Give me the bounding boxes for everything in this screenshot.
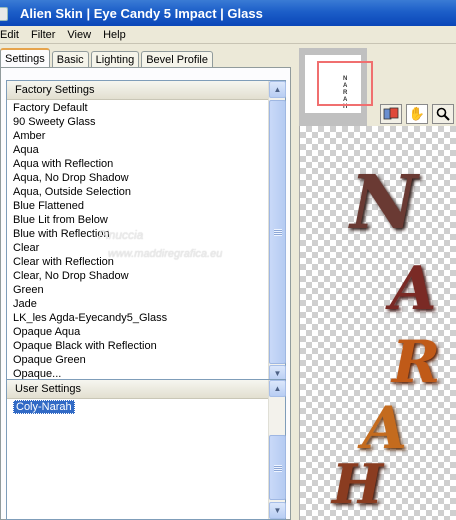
settings-tab-pane: Factory Settings Factory Default 90 Swee… [0,67,291,520]
window-titlebar: Alien Skin | Eye Candy 5 Impact | Glass [0,0,456,26]
list-item[interactable]: Blue Lit from Below [9,213,267,227]
list-item-label: Coly-Narah [13,400,75,414]
preview-letter-a: A [390,254,437,324]
factory-settings-list[interactable]: Factory Settings Factory Default 90 Swee… [6,80,286,383]
list-item[interactable]: Jade [9,297,267,311]
navigator-view-rect[interactable] [317,61,373,106]
preview-letter-n: N [350,160,418,246]
menu-filter[interactable]: Filter [31,29,61,41]
list-item[interactable]: 90 Sweety Glass [9,115,267,129]
user-settings-items: Coly-Narah [9,400,267,519]
navigator[interactable]: N A R A H [299,48,373,126]
tab-bevel-profile[interactable]: Bevel Profile [141,51,213,68]
tab-settings[interactable]: Settings [0,48,50,68]
hand-tool-icon[interactable]: ✋ [406,104,428,124]
list-item[interactable]: Opaque Green [9,353,267,367]
factory-settings-header: Factory Settings [7,81,269,100]
scroll-down-button[interactable]: ▼ [269,502,286,519]
scroll-up-button[interactable]: ▲ [269,81,286,98]
list-item[interactable]: Factory Default [9,101,267,115]
app-icon [0,6,14,21]
menu-edit[interactable]: Edit [0,29,25,41]
user-settings-header: User Settings [7,380,269,399]
window-title: Alien Skin | Eye Candy 5 Impact | Glass [20,5,263,21]
list-item[interactable]: Aqua [9,143,267,157]
list-item[interactable]: Aqua, Outside Selection [9,185,267,199]
menu-help[interactable]: Help [103,29,132,41]
preview-letter-h: H [332,452,384,516]
settings-panel: Settings Basic Lighting Bevel Profile Fa… [0,44,293,520]
menu-view[interactable]: View [67,29,97,41]
watermark-url: www.maddiregrafica.eu [108,248,223,260]
list-item[interactable]: Amber [9,129,267,143]
preview-canvas[interactable]: N A R A H [299,126,456,520]
scroll-thumb[interactable] [269,100,286,364]
preview-letter-r: R [392,328,441,396]
list-item-selected[interactable]: Coly-Narah [9,400,267,414]
scroll-up-button[interactable]: ▲ [269,380,286,397]
watermark-name: Pinuccia [98,228,144,242]
list-item[interactable]: Aqua with Reflection [9,157,267,171]
list-item[interactable]: Aqua, No Drop Shadow [9,171,267,185]
user-settings-list[interactable]: User Settings Coly-Narah ▲ ▼ [6,379,286,520]
list-item[interactable]: Blue Flattened [9,199,267,213]
list-item[interactable]: Opaque Black with Reflection [9,339,267,353]
list-item[interactable]: Green [9,283,267,297]
factory-scrollbar[interactable]: ▲ ▼ [268,81,286,382]
list-item[interactable]: Opaque Aqua [9,325,267,339]
tab-lighting[interactable]: Lighting [90,51,140,68]
list-item[interactable]: LK_les Agda-Eyecandy5_Glass [9,311,267,325]
scroll-thumb[interactable] [269,435,286,500]
tab-strip: Settings Basic Lighting Bevel Profile [0,48,215,68]
preview-panel: N A R A H ✋ N A R A H [293,44,456,520]
list-item[interactable]: Clear, No Drop Shadow [9,269,267,283]
menu-bar: Edit Filter View Help [0,26,456,44]
compare-icon[interactable] [380,104,402,124]
user-scrollbar[interactable]: ▲ ▼ [268,380,286,519]
zoom-icon[interactable] [432,104,454,124]
tab-basic[interactable]: Basic [51,51,89,68]
